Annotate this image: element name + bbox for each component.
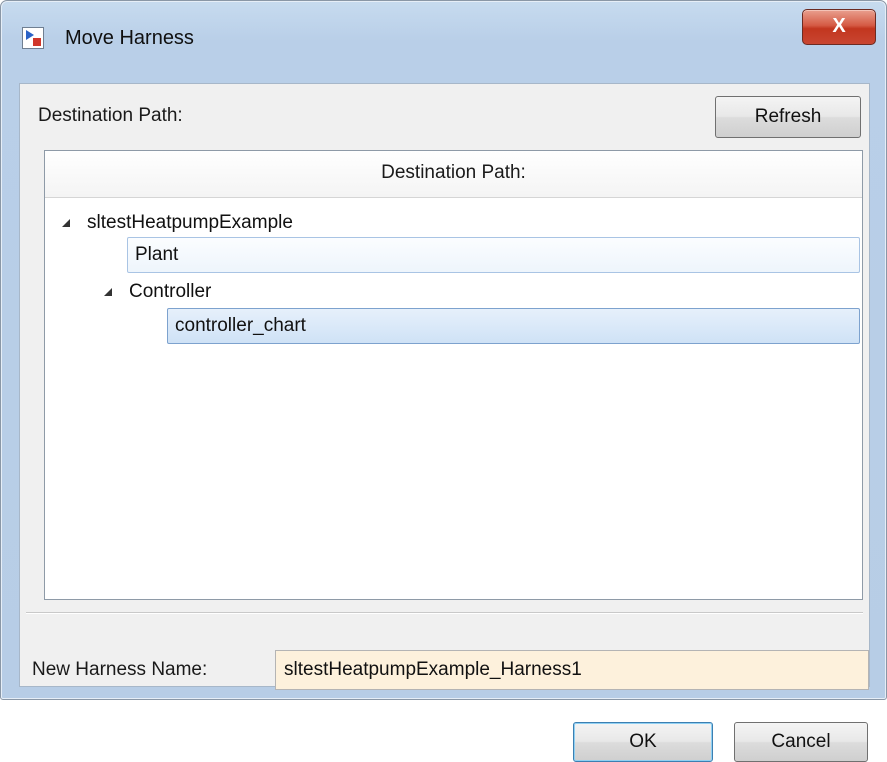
tree-node-plant[interactable]: Plant [127,237,860,273]
tree-node-root-label: sltestHeatpumpExample [87,212,293,233]
tree-node-root[interactable]: sltestHeatpumpExample [59,206,459,240]
tree-node-controller-chart[interactable]: controller_chart [167,308,860,344]
destination-tree[interactable]: Destination Path: sltestHeatpumpExample … [44,150,863,600]
simulink-model-icon [22,27,44,49]
new-harness-name-input[interactable]: sltestHeatpumpExample_Harness1 [275,650,869,690]
title-bar[interactable]: Move Harness X [1,1,886,83]
move-harness-dialog: Move Harness X Destination Path: Refresh… [0,0,887,762]
new-harness-name-label: New Harness Name: [32,659,208,680]
expanded-triangle-icon[interactable] [62,219,70,227]
cancel-button[interactable]: Cancel [734,722,868,762]
destination-path-label: Destination Path: [38,105,183,126]
refresh-button[interactable]: Refresh [715,96,861,138]
close-button[interactable]: X [802,9,876,45]
separator [26,612,863,614]
tree-column-header[interactable]: Destination Path: [45,151,862,198]
window-title: Move Harness [65,27,194,49]
dialog-body: Destination Path: Refresh Destination Pa… [19,83,870,762]
tree-node-controller-label: Controller [129,281,212,302]
expanded-triangle-icon[interactable] [104,288,112,296]
tree-node-controller[interactable]: Controller [101,275,501,309]
ok-button[interactable]: OK [573,722,713,762]
